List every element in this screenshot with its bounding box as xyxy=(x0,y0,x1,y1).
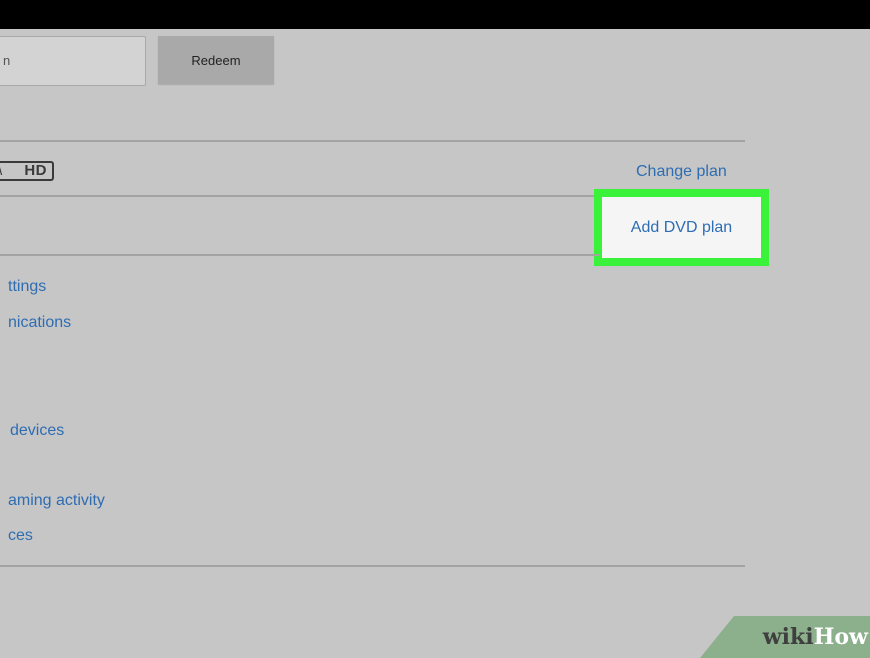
wikihow-watermark: wiki How xyxy=(700,616,870,658)
highlight-box: Add DVD plan xyxy=(594,189,769,266)
settings-link-5[interactable]: ces xyxy=(8,527,33,545)
redeem-button[interactable]: Redeem xyxy=(158,36,274,84)
settings-link-2[interactable]: nications xyxy=(8,314,71,332)
watermark-wiki: wiki xyxy=(762,624,814,650)
change-plan-link[interactable]: Change plan xyxy=(636,163,727,181)
add-dvd-plan-link[interactable]: Add DVD plan xyxy=(631,219,732,237)
badge-edge: \ xyxy=(0,163,3,179)
settings-link-4[interactable]: aming activity xyxy=(8,492,105,510)
watermark-how: How xyxy=(813,624,868,650)
account-page: n Redeem \ HD Change plan Add DVD plan t… xyxy=(0,0,870,658)
plan-divider xyxy=(0,195,600,197)
bottom-divider xyxy=(0,565,745,567)
hd-quality-badge: \ HD xyxy=(0,161,54,181)
highlight-inner: Add DVD plan xyxy=(602,197,761,258)
hd-badge-label: HD xyxy=(24,162,47,179)
plan-bottom-divider xyxy=(0,254,600,256)
settings-link-3[interactable]: devices xyxy=(10,422,64,440)
top-bar xyxy=(0,0,870,29)
section-divider xyxy=(0,140,745,142)
settings-link-1[interactable]: ttings xyxy=(8,278,46,296)
gift-code-input[interactable]: n xyxy=(0,36,146,86)
